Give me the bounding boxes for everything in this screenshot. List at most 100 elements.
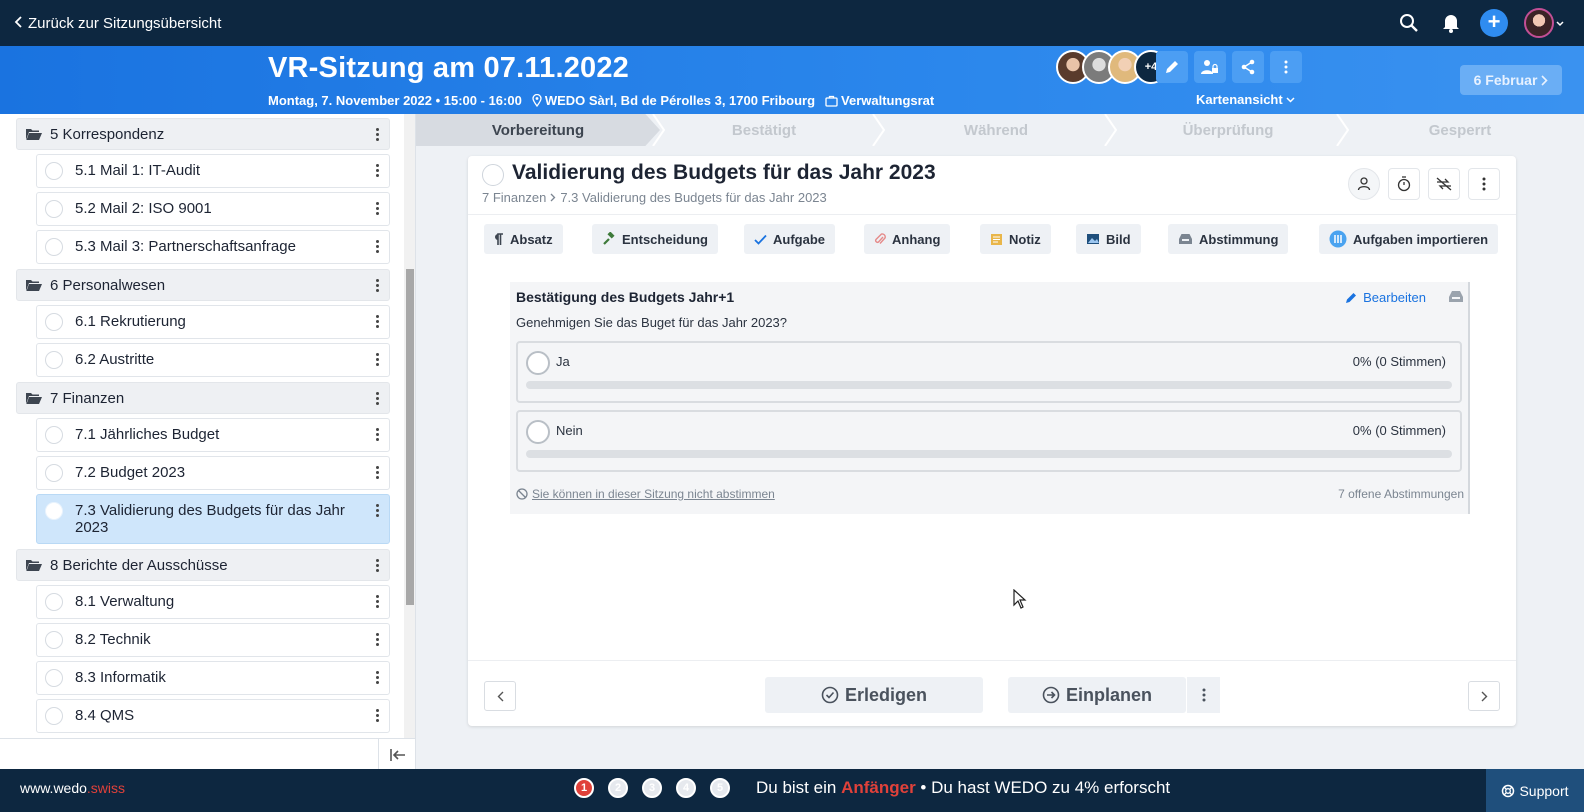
vote-restriction-note[interactable]: Sie können in dieser Sitzung nicht absti…: [516, 487, 775, 501]
stage-tab[interactable]: Bestätigt: [648, 114, 880, 146]
item-status-circle[interactable]: [45, 707, 63, 725]
edit-vote-button[interactable]: Bearbeiten: [1345, 290, 1426, 305]
item-status-circle[interactable]: [45, 351, 63, 369]
kebab-icon[interactable]: [376, 709, 380, 722]
agenda-list[interactable]: 5 Korrespondenz 5.1 Mail 1: IT-Audit 5.2 M…: [0, 114, 404, 738]
meeting-location[interactable]: WEDO Sàrl, Bd de Pérolles 3, 1700 Fribou…: [532, 93, 815, 108]
vote-radio[interactable]: [526, 420, 550, 444]
onboarding-step[interactable]: 2: [608, 778, 628, 798]
agenda-item[interactable]: 7.1 Jährliches Budget: [36, 418, 390, 452]
collapse-sidebar-button[interactable]: [378, 739, 415, 769]
more-options-button[interactable]: [1270, 51, 1302, 83]
manage-participants-button[interactable]: [1194, 51, 1226, 83]
item-status-circle[interactable]: [45, 593, 63, 611]
schedule-item-button[interactable]: Einplanen: [1008, 677, 1186, 713]
agenda-item[interactable]: 8.2 Technik: [36, 623, 390, 657]
sidebar-scrollbar[interactable]: [404, 114, 415, 738]
toolbar-notiz-button[interactable]: Notiz: [980, 224, 1051, 254]
agenda-section[interactable]: 8 Berichte der Ausschüsse: [16, 549, 390, 581]
toolbar-anhang-button[interactable]: Anhang: [864, 224, 951, 254]
participant-avatars[interactable]: +4: [1056, 50, 1168, 84]
kebab-icon[interactable]: [376, 559, 380, 572]
item-status-circle[interactable]: [45, 200, 63, 218]
agenda-section[interactable]: 7 Finanzen: [16, 382, 390, 414]
toolbar-aufgabe-button[interactable]: Aufgabe: [744, 224, 835, 254]
agenda-section[interactable]: 5 Korrespondenz: [16, 118, 390, 150]
stage-tab[interactable]: Gesperrt: [1344, 114, 1576, 146]
kebab-icon[interactable]: [376, 164, 380, 177]
toolbar-absatz-button[interactable]: Absatz: [484, 224, 563, 254]
complete-item-button[interactable]: Erledigen: [765, 677, 983, 713]
item-more-button[interactable]: [1468, 168, 1500, 200]
breadcrumb-item[interactable]: 7 Finanzen: [482, 190, 546, 205]
kebab-icon[interactable]: [376, 428, 380, 441]
kebab-icon[interactable]: [376, 392, 380, 405]
agenda-item[interactable]: 8.1 Verwaltung: [36, 585, 390, 619]
scrollbar-thumb[interactable]: [406, 269, 414, 605]
kebab-icon[interactable]: [376, 353, 380, 366]
agenda-item[interactable]: 8.4 QMS: [36, 699, 390, 733]
kebab-icon[interactable]: [376, 240, 380, 253]
item-status-circle[interactable]: [45, 464, 63, 482]
brand-link[interactable]: www.wedo.swiss: [20, 780, 125, 796]
item-status-circle[interactable]: [45, 502, 63, 520]
toolbar-entscheidung-button[interactable]: Entscheidung: [592, 224, 718, 254]
kebab-icon[interactable]: [376, 633, 380, 646]
kebab-icon[interactable]: [376, 595, 380, 608]
onboarding-step[interactable]: 5: [710, 778, 730, 798]
kebab-icon[interactable]: [376, 504, 380, 517]
kebab-icon[interactable]: [376, 466, 380, 479]
add-button[interactable]: +: [1480, 9, 1508, 37]
complete-item-checkbox[interactable]: [482, 164, 504, 186]
vote-option[interactable]: Nein 0% (0 Stimmen): [516, 410, 1462, 472]
agenda-item[interactable]: 5.2 Mail 2: ISO 9001: [36, 192, 390, 226]
onboarding-step[interactable]: 3: [642, 778, 662, 798]
user-menu[interactable]: [1524, 8, 1564, 38]
kebab-icon[interactable]: [376, 315, 380, 328]
agenda-item[interactable]: 6.2 Austritte: [36, 343, 390, 377]
view-mode-dropdown[interactable]: Kartenansicht: [1196, 92, 1295, 107]
disable-sync-button[interactable]: [1428, 168, 1460, 200]
stage-tab[interactable]: Während: [880, 114, 1112, 146]
breadcrumb-item[interactable]: 7.3 Validierung des Budgets für das Jahr…: [560, 190, 826, 205]
stage-tab[interactable]: Überprüfung: [1112, 114, 1344, 146]
toolbar-aufgaben-importieren-button[interactable]: Aufgaben importieren: [1319, 224, 1499, 254]
share-button[interactable]: [1232, 51, 1264, 83]
agenda-item[interactable]: 6.1 Rekrutierung: [36, 305, 390, 339]
kebab-icon[interactable]: [376, 128, 380, 141]
agenda-item[interactable]: 5.1 Mail 1: IT-Audit: [36, 154, 390, 188]
toolbar-bild-button[interactable]: Bild: [1076, 224, 1141, 254]
kebab-icon[interactable]: [376, 279, 380, 292]
toolbar-abstimmung-button[interactable]: Abstimmung: [1168, 224, 1289, 254]
timer-button[interactable]: [1388, 168, 1420, 200]
vote-radio[interactable]: [526, 351, 550, 375]
stage-tab[interactable]: Vorbereitung: [416, 114, 660, 146]
next-item-button[interactable]: [1468, 681, 1500, 711]
support-button[interactable]: Support: [1486, 769, 1584, 812]
assign-user-button[interactable]: [1348, 168, 1380, 200]
edit-meeting-button[interactable]: [1156, 51, 1188, 83]
item-status-circle[interactable]: [45, 426, 63, 444]
inbox-icon[interactable]: [1448, 290, 1464, 308]
onboarding-step[interactable]: 1: [574, 778, 594, 798]
agenda-item[interactable]: 5.3 Mail 3: Partnerschaftsanfrage: [36, 230, 390, 264]
agenda-section[interactable]: 6 Personalwesen: [16, 269, 390, 301]
next-meeting-button[interactable]: 6 Februar: [1460, 65, 1562, 95]
schedule-more-button[interactable]: [1186, 677, 1220, 713]
vote-option[interactable]: Ja 0% (0 Stimmen): [516, 341, 1462, 403]
item-status-circle[interactable]: [45, 669, 63, 687]
agenda-item[interactable]: 7.3 Validierung des Budgets für das Jahr…: [36, 494, 390, 544]
agenda-item[interactable]: 7.2 Budget 2023: [36, 456, 390, 490]
kebab-icon[interactable]: [376, 202, 380, 215]
item-status-circle[interactable]: [45, 238, 63, 256]
item-status-circle[interactable]: [45, 313, 63, 331]
kebab-icon[interactable]: [376, 671, 380, 684]
item-status-circle[interactable]: [45, 631, 63, 649]
meeting-committee[interactable]: Verwaltungsrat: [825, 93, 934, 108]
item-status-circle[interactable]: [45, 162, 63, 180]
previous-item-button[interactable]: [484, 681, 516, 711]
bell-icon[interactable]: [1438, 10, 1464, 36]
search-icon[interactable]: [1396, 10, 1422, 36]
back-to-overview-link[interactable]: Zurück zur Sitzungsübersicht: [14, 15, 221, 32]
agenda-item[interactable]: 8.3 Informatik: [36, 661, 390, 695]
